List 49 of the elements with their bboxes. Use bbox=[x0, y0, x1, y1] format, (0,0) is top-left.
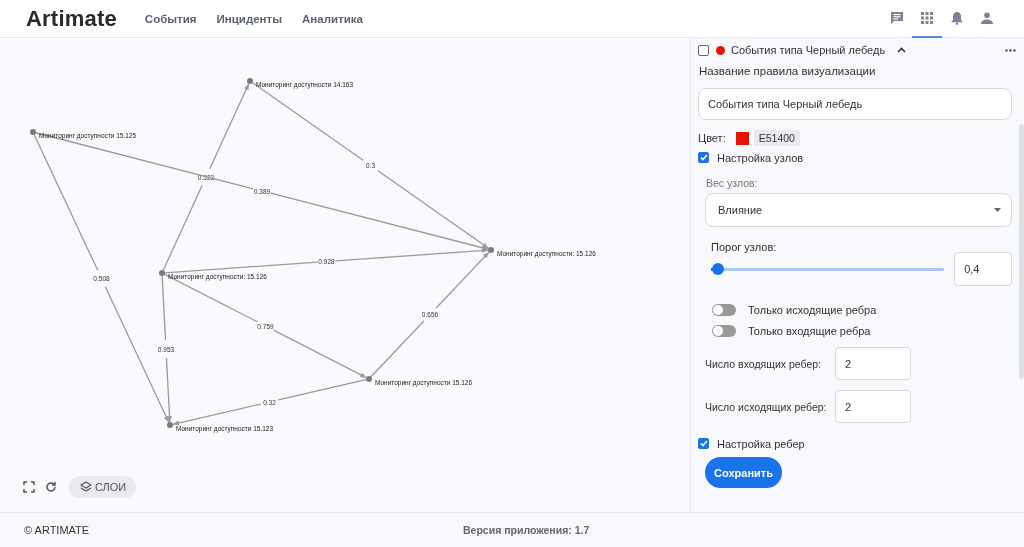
layers-button[interactable]: СЛОИ bbox=[69, 476, 137, 498]
weight-select[interactable]: Влияние bbox=[705, 193, 1012, 227]
color-label: Цвет: bbox=[698, 132, 726, 144]
field-label: Порог узлов: bbox=[711, 241, 778, 253]
copyright-text: © ARTIMATE bbox=[24, 524, 91, 536]
person-icon bbox=[981, 11, 993, 24]
fullscreen-icon[interactable] bbox=[23, 481, 35, 493]
more-icon[interactable] bbox=[1005, 48, 1016, 52]
field-label: Число входящих ребер: bbox=[705, 357, 822, 370]
count-field[interactable]: 2 bbox=[835, 347, 911, 380]
checkbox[interactable] bbox=[698, 438, 709, 449]
graph-node[interactable] bbox=[488, 247, 494, 253]
version-text: Версия приложения: 1.7 bbox=[463, 524, 590, 536]
toggle-label: Только входящие ребра bbox=[748, 325, 871, 337]
chat-icon bbox=[890, 11, 904, 24]
nav-link[interactable]: События bbox=[144, 12, 197, 25]
app-logo[interactable]: Artimate bbox=[26, 5, 117, 32]
slider-thumb[interactable] bbox=[712, 262, 724, 275]
field-label: Вес узлов: bbox=[706, 177, 759, 189]
apps-icon bbox=[921, 11, 933, 24]
caret-icon[interactable] bbox=[897, 47, 907, 53]
graph-node[interactable] bbox=[159, 270, 165, 276]
checkbox-label: Настройка ребер bbox=[717, 437, 805, 450]
threshold-field[interactable]: 0,4 bbox=[954, 252, 1012, 286]
nav-link[interactable]: Инциденты bbox=[216, 12, 282, 25]
graph-node[interactable] bbox=[366, 376, 372, 382]
count-field[interactable]: 2 bbox=[835, 390, 911, 423]
toggle-switch[interactable] bbox=[712, 304, 736, 316]
field-label: Название правила визуализации bbox=[699, 65, 877, 77]
bell-icon bbox=[951, 10, 963, 25]
nav-link[interactable]: Аналитика bbox=[302, 12, 363, 25]
rule-checkbox[interactable] bbox=[698, 44, 709, 56]
save-button[interactable]: Сохранить bbox=[705, 457, 782, 488]
dropdown-icon bbox=[994, 208, 1001, 212]
rule-title: События типа Черный лебедь bbox=[731, 44, 886, 56]
scrollbar[interactable] bbox=[1019, 124, 1024, 379]
color-swatch[interactable] bbox=[735, 131, 749, 145]
toggle-label: Только исходящие ребра bbox=[748, 304, 877, 316]
graph-node[interactable] bbox=[30, 129, 36, 135]
graph-node[interactable] bbox=[247, 78, 253, 84]
toggle-switch[interactable] bbox=[712, 325, 736, 337]
color-value: E51400 bbox=[753, 130, 800, 146]
rule-name-field[interactable]: События типа Черный лебедь bbox=[698, 88, 1012, 120]
checkbox[interactable] bbox=[698, 152, 709, 163]
checkbox-label: Настройка узлов bbox=[717, 151, 804, 164]
field-label: Число исходящих ребер: bbox=[705, 400, 828, 413]
layers-icon bbox=[80, 481, 92, 493]
refresh-icon[interactable] bbox=[45, 481, 57, 493]
graph-node[interactable] bbox=[167, 422, 173, 428]
